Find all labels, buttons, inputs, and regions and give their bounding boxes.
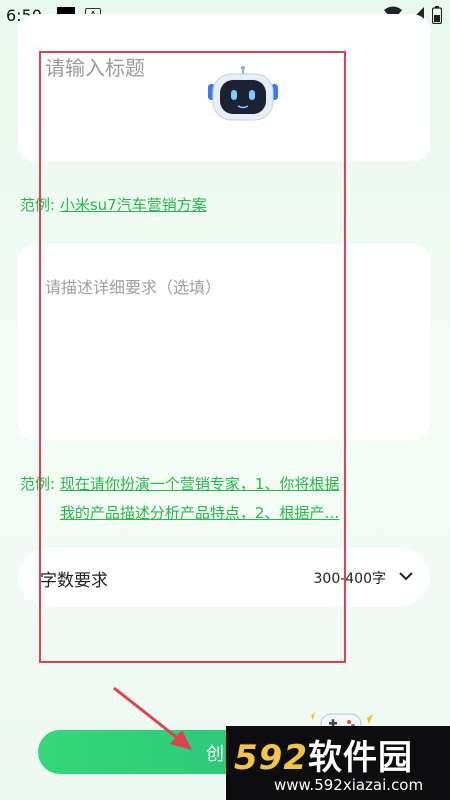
chevron-down-icon[interactable]: [398, 570, 414, 582]
create-button-label: 创: [206, 744, 224, 765]
description-input-card[interactable]: 请描述详细要求（选填）: [18, 244, 430, 440]
robot-mascot-icon: [208, 66, 278, 121]
example-2-line1[interactable]: 现在请你扮演一个营销专家，1、你将根据: [60, 475, 340, 493]
example-2-label: 范例:: [20, 475, 56, 493]
battery-icon: [432, 6, 442, 24]
watermark: 592软件园 www.592xiazai.com: [226, 726, 450, 800]
word-count-selector[interactable]: 字数要求 300-400字: [18, 548, 430, 606]
title-input-card[interactable]: 请输入标题: [18, 14, 430, 162]
watermark-brand: 592软件园: [234, 738, 413, 778]
example-1-label: 范例:: [20, 196, 56, 214]
watermark-url: www.592xiazai.com: [274, 776, 424, 794]
example-1: 范例: 小米su7汽车营销方案: [20, 194, 207, 215]
example-2: 范例: 现在请你扮演一个营销专家，1、你将根据 我的产品描述分析产品特点，2、根…: [20, 470, 415, 528]
title-input[interactable]: 请输入标题: [45, 52, 145, 81]
word-count-label: 字数要求: [40, 571, 108, 591]
annotation-arrow-icon: [113, 686, 192, 750]
example-2-line2[interactable]: 我的产品描述分析产品特点，2、根据产…: [60, 504, 340, 522]
example-1-link[interactable]: 小米su7汽车营销方案: [60, 196, 207, 214]
description-input[interactable]: 请描述详细要求（选填）: [45, 274, 221, 298]
word-count-value[interactable]: 300-400字: [314, 568, 387, 588]
